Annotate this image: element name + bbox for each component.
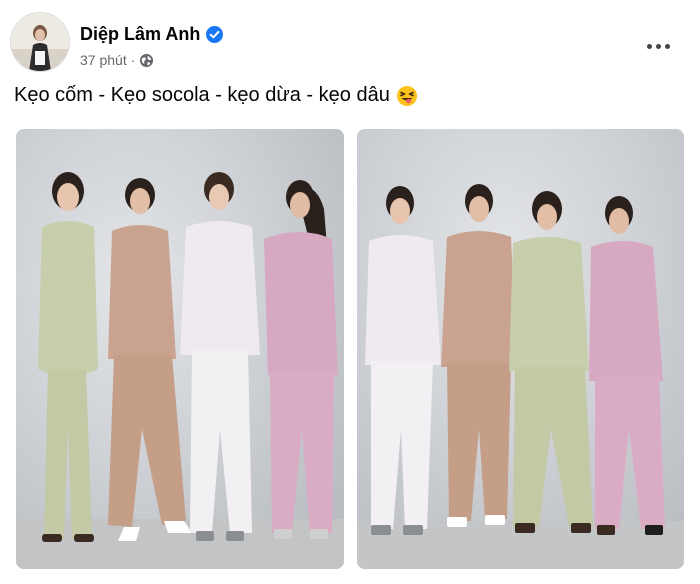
post-meta: 37 phút · bbox=[80, 52, 154, 68]
more-dot bbox=[646, 43, 652, 49]
author-name[interactable]: Diệp Lâm Anh bbox=[80, 24, 200, 45]
more-options-icon[interactable] bbox=[640, 34, 676, 58]
author-avatar[interactable] bbox=[10, 12, 70, 72]
more-dot bbox=[655, 43, 661, 49]
caption-text: Kẹo cốm - Kẹo socola - kẹo dừa - kẹo dâu bbox=[14, 84, 390, 106]
post-header: Diệp Lâm Anh 37 phút · bbox=[10, 12, 686, 72]
more-dot bbox=[664, 43, 670, 49]
author-name-row: Diệp Lâm Anh bbox=[80, 24, 224, 45]
post-caption: Kẹo cốm - Kẹo socola - kẹo dừa - kẹo dâu bbox=[14, 84, 418, 107]
meta-separator: · bbox=[130, 52, 136, 68]
post-timestamp[interactable]: 37 phút bbox=[80, 52, 127, 68]
post-photo-2[interactable] bbox=[357, 129, 684, 569]
verified-badge-icon bbox=[206, 26, 224, 43]
photo-grid bbox=[16, 129, 684, 569]
post-photo-1[interactable] bbox=[16, 129, 344, 569]
squinting-face-with-tongue-emoji bbox=[396, 85, 418, 107]
facebook-post: Diệp Lâm Anh 37 phút · Kẹo cốm - Kẹo soc… bbox=[0, 0, 700, 584]
globe-icon[interactable] bbox=[139, 53, 154, 68]
